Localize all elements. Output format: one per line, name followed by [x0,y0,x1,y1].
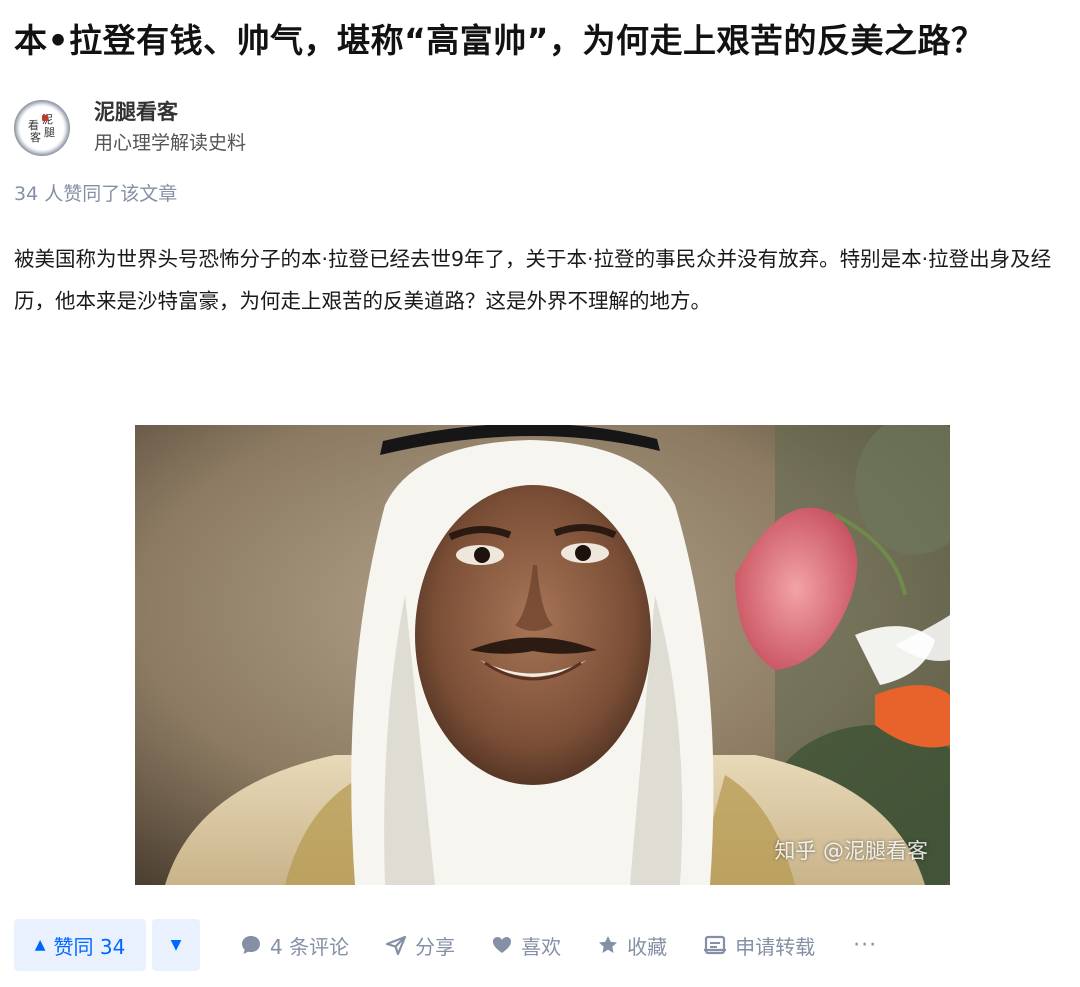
downvote-triangle-icon: ▼ [170,937,182,953]
repost-label: 申请转载 [735,934,816,959]
seal-char-2: 腿 [44,126,55,139]
author-bio: 用心理学解读史料 [94,132,247,154]
repost-button[interactable]: 申请转载 [703,931,815,960]
comments-label: 4 条评论 [270,934,350,959]
author-card: 泥 腿 看 客 泥腿看客 用心理学解读史料 [14,96,246,160]
article-title: 本•拉登有钱、帅气，堪称“高富帅”，为何走上艰苦的反美之路？ [14,21,985,60]
favorite-button[interactable]: 收藏 [597,931,667,960]
portrait-illustration [135,425,950,885]
comment-icon [242,936,260,954]
more-options-button[interactable]: ··· [853,933,877,958]
share-label: 分享 [415,934,456,959]
share-button[interactable]: 分享 [385,931,455,960]
author-name[interactable]: 泥腿看客 [94,98,246,126]
share-icon [385,935,407,956]
star-icon [599,936,618,953]
like-label: 喜欢 [521,934,562,959]
like-button[interactable]: 喜欢 [491,931,561,960]
avatar-seal: 泥 腿 看 客 [26,113,58,144]
article-paragraph: 被美国称为世界头号恐怖分子的本·拉登已经去世9年了，关于本·拉登的事民众并没有放… [14,247,1052,313]
upvote-button[interactable]: ▲ 赞同 34 [14,919,146,971]
image-watermark: 知乎 @泥腿看客 [774,839,928,863]
downvote-button[interactable]: ▼ [152,919,200,971]
action-bar: ▲ 赞同 34 ▼ 4 条评论 分享 喜欢 收藏 申请转载 ··· [14,919,877,971]
seal-char-4: 客 [30,131,41,144]
heart-icon [493,937,512,953]
upvote-label: 赞同 34 [53,934,126,959]
comments-button[interactable]: 4 条评论 [240,931,349,960]
likes-count-line[interactable]: 34 人赞同了该文章 [14,180,177,208]
avatar[interactable]: 泥 腿 看 客 [14,100,70,156]
more-dots-icon: ··· [853,932,878,958]
article-image[interactable]: 知乎 @泥腿看客 [135,425,950,885]
upvote-triangle-icon: ▲ [34,937,46,953]
repost-icon [704,935,727,955]
seal-stamp-icon [42,115,48,121]
favorite-label: 收藏 [627,934,668,959]
